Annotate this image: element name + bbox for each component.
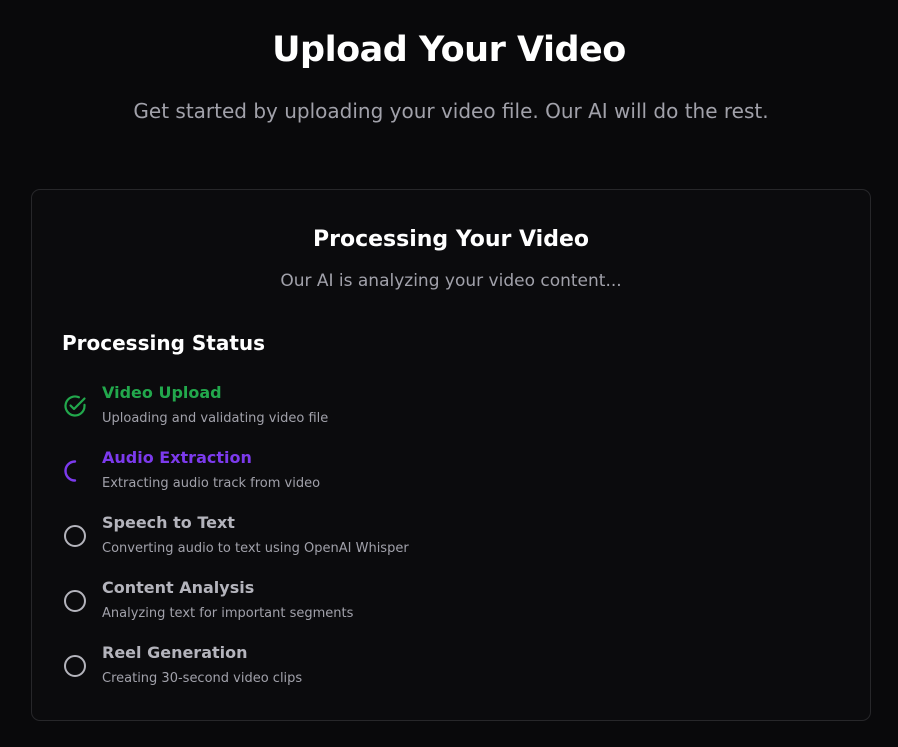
card-title: Processing Your Video [312,227,589,252]
step-description: Uploading and validating video file [102,411,329,426]
page-title: Upload Your Video [272,30,626,70]
step-title: Content Analysis [102,578,255,597]
spinner-icon [62,458,88,484]
step-title: Reel Generation [102,643,248,662]
page-subtitle: Get started by uploading your video file… [133,99,769,123]
empty-circle-icon [62,588,88,614]
empty-circle-icon [62,653,88,679]
upload-page: Upload Your Video Get started by uploadi… [0,0,898,747]
step-title: Video Upload [102,383,222,402]
step-content-analysis: Content Analysis Analyzing text for impo… [62,578,822,643]
step-description: Converting audio to text using OpenAI Wh… [102,541,409,556]
step-title: Audio Extraction [102,448,252,467]
card-subtitle: Our AI is analyzing your video content..… [280,271,622,291]
empty-circle-icon [62,523,88,549]
processing-status-heading: Processing Status [62,331,266,355]
step-video-upload: Video Upload Uploading and validating vi… [62,383,822,448]
step-reel-generation: Reel Generation Creating 30-second video… [62,643,822,708]
processing-card: Processing Your Video Our AI is analyzin… [31,189,871,721]
step-title: Speech to Text [102,513,235,532]
step-audio-extraction: Audio Extraction Extracting audio track … [62,448,822,513]
step-speech-to-text: Speech to Text Converting audio to text … [62,513,822,578]
step-description: Extracting audio track from video [102,476,321,491]
step-description: Analyzing text for important segments [102,606,354,621]
step-description: Creating 30-second video clips [102,671,303,686]
check-circle-icon [62,393,88,419]
processing-steps-list: Video Upload Uploading and validating vi… [62,383,822,708]
